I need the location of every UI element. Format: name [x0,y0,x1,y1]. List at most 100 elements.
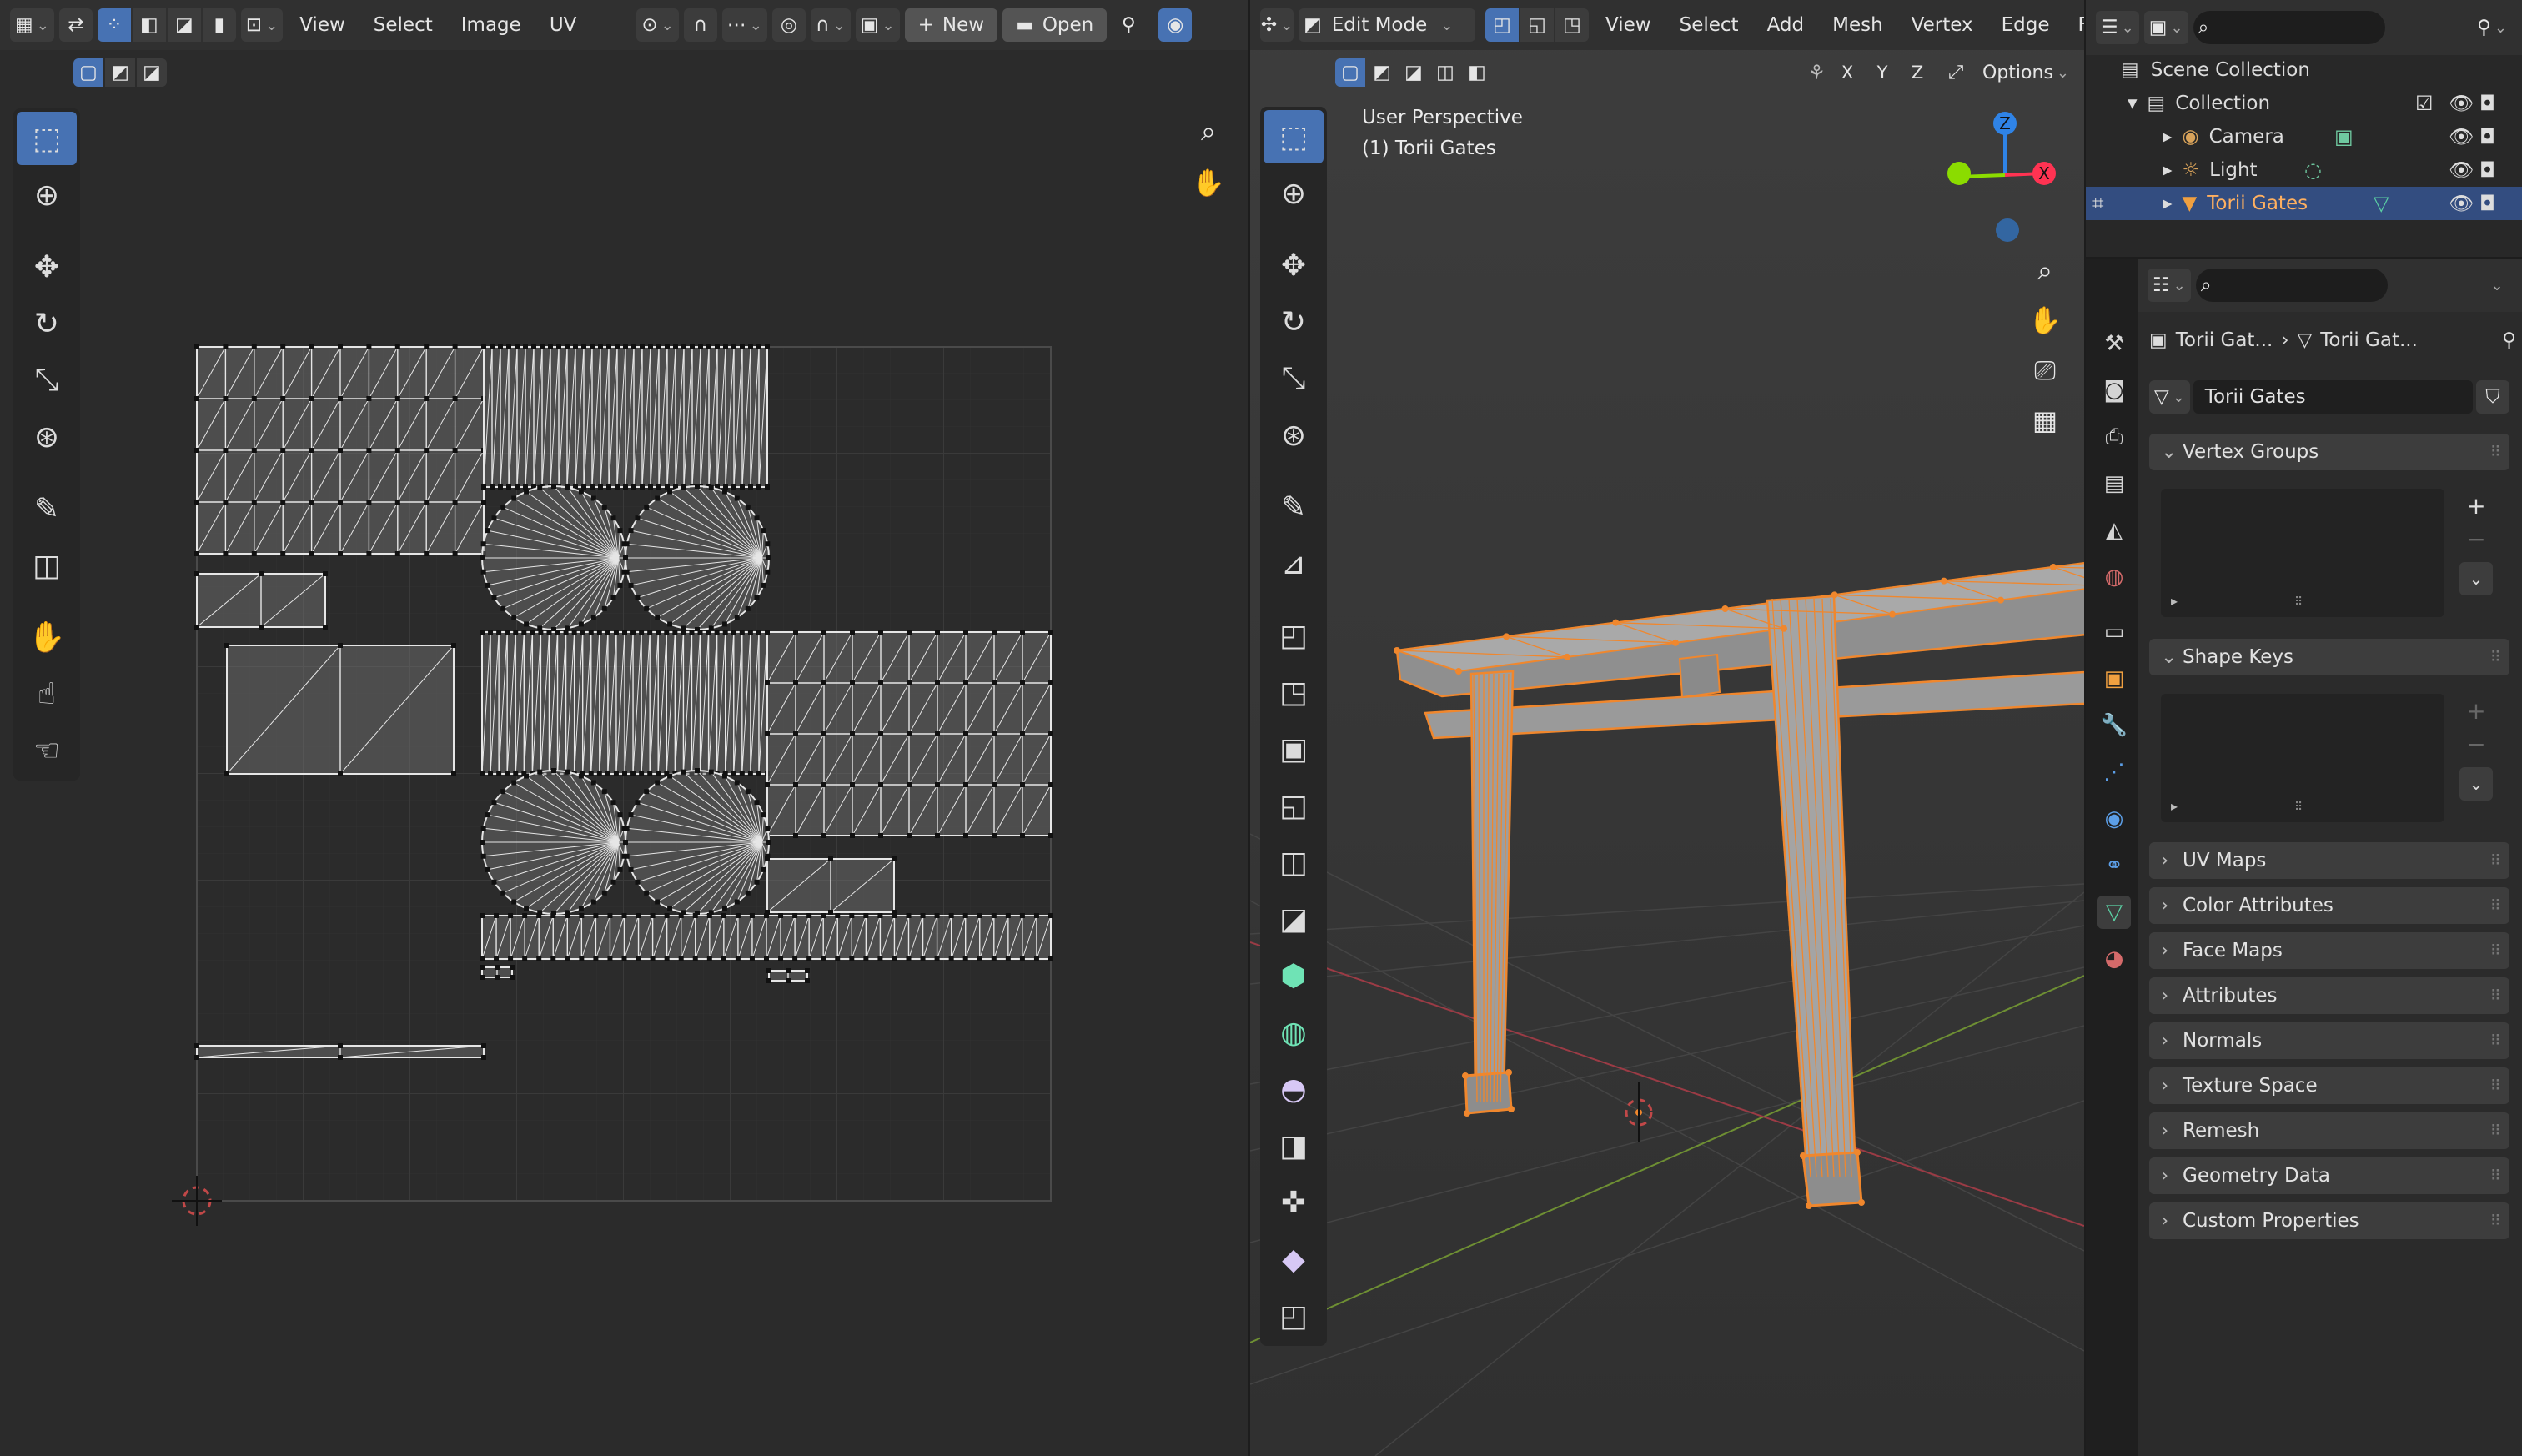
vp-subtract-selection-button[interactable]: ◪ [1399,58,1429,87]
drag-handle-icon[interactable]: ⠿ [2490,1122,2501,1140]
tool-knife[interactable]: ◪ [1264,892,1324,946]
resize-grip-icon[interactable]: ⠿ [2294,801,2303,814]
face-select-mode-button[interactable]: ◳ [1555,8,1589,42]
panel-face-maps[interactable]: › Face Maps ⠿ [2149,932,2509,969]
edge-select-mode-button[interactable]: ◱ [1520,8,1554,42]
outliner-item-torii-gates[interactable]: ⌗ ▸ ▼ Torii Gates ▽ 👁 ◘ [2086,187,2522,220]
vp-menu-select[interactable]: Select [1668,14,1751,36]
outliner-scene-collection[interactable]: ▤ Scene Collection [2086,53,2522,87]
vertex-groups-list[interactable]: ▸ ⠿ [2161,489,2444,617]
eye-icon[interactable]: 👁 [2449,192,2474,215]
drag-handle-icon[interactable]: ⠿ [2490,942,2501,960]
mode-dropdown[interactable]: ◩ Edit Mode [1299,8,1475,42]
outliner-item-light[interactable]: ▸ ☼ Light ◌ 👁 ◘ [2086,153,2522,187]
tab-constraints[interactable]: ⚭ [2097,849,2131,882]
drag-handle-icon[interactable]: ⠿ [2490,1167,2501,1185]
list-options-icon[interactable]: ▸ [2171,798,2178,814]
uv-canvas[interactable] [0,0,1248,1456]
expand-arrow-icon[interactable]: ▸ [2163,193,2173,214]
vp-menu-view[interactable]: View [1594,14,1663,36]
tab-view-layer[interactable]: ▤ [2097,467,2131,500]
vp-menu-edge[interactable]: Edge [1990,14,2062,36]
tool-transform[interactable]: ⊛ [1264,409,1324,462]
expand-arrow-icon[interactable]: ▸ [2163,126,2173,148]
vp-extend-selection-button[interactable]: ◩ [1367,58,1397,87]
drag-handle-icon[interactable]: ⠿ [2490,649,2501,666]
checkbox-icon[interactable]: ☑ [2415,92,2434,115]
panel-vertex-groups[interactable]: ⌄ Vertex Groups ⠿ [2149,434,2509,470]
vp-menu-add[interactable]: Add [1756,14,1816,36]
tab-scene[interactable]: ◭ [2097,514,2131,547]
list-options-icon[interactable]: ▸ [2171,593,2178,609]
pin-icon[interactable]: ⚲ [2502,329,2516,351]
tab-modifiers[interactable]: 🔧 [2097,709,2131,742]
tab-world[interactable]: ◍ [2097,560,2131,594]
tab-tool[interactable]: ⚒ [2097,327,2131,360]
drag-handle-icon[interactable]: ⠿ [2490,852,2501,870]
tool-poly-build[interactable]: ⬢ [1264,949,1324,1002]
drag-handle-icon[interactable]: ⠿ [2490,1212,2501,1230]
auto-merge-button[interactable]: ⤢ [1939,58,1973,87]
panel-remesh[interactable]: › Remesh ⠿ [2149,1112,2509,1149]
expand-arrow-icon[interactable]: ▾ [2128,93,2138,114]
eye-icon[interactable]: 👁 [2449,158,2474,182]
mesh-name-field[interactable]: Torii Gates [2193,380,2473,414]
vp-menu-face[interactable]: Fa [2066,14,2084,36]
vp-menu-mesh[interactable]: Mesh [1821,14,1895,36]
tool-rotate[interactable]: ↻ [1264,295,1324,349]
mirror-x-button[interactable]: X [1831,58,1865,87]
drag-handle-icon[interactable]: ⠿ [2490,987,2501,1005]
tool-extrude[interactable]: ◳ [1264,665,1324,719]
edit-mode-indicator-icon[interactable]: ⌗ [2092,192,2104,215]
vp-pan-button[interactable]: ✋ [2021,296,2069,344]
tool-shrink-fatten[interactable]: ✜ [1264,1176,1324,1229]
drag-handle-icon[interactable]: ⠿ [2490,1077,2501,1095]
tool-cursor[interactable]: ⊕ [1264,167,1324,220]
tool-loop-cut[interactable]: ◫ [1264,836,1324,889]
tab-material[interactable]: ◕ [2097,942,2131,976]
outliner-item-camera[interactable]: ▸ ◉ Camera ▣ 👁 ◘ [2086,120,2522,153]
outliner-editor-type-button[interactable]: ☰ [2096,11,2139,44]
panel-custom-properties[interactable]: › Custom Properties ⠿ [2149,1202,2509,1239]
panel-texture-space[interactable]: › Texture Space ⠿ [2149,1067,2509,1104]
options-dropdown[interactable]: Options [1977,57,2074,88]
drag-handle-icon[interactable]: ⠿ [2490,1032,2501,1050]
camera-render-icon[interactable]: ◘ [2479,158,2495,182]
drag-handle-icon[interactable]: ⠿ [2490,444,2501,461]
tool-spin[interactable]: ◍ [1264,1006,1324,1059]
vp-camera-view-button[interactable]: ⎚ [2021,346,2069,394]
tab-mesh-data[interactable]: ▽ [2097,896,2131,929]
outliner-collection[interactable]: ▾ ▤ Collection ☑ 👁 ◘ [2086,87,2522,120]
panel-uv-maps[interactable]: › UV Maps ⠿ [2149,842,2509,879]
vertex-group-add-button[interactable]: + [2459,489,2493,522]
drag-handle-icon[interactable]: ⠿ [2490,897,2501,915]
camera-render-icon[interactable]: ◘ [2479,192,2495,215]
vertex-group-specials-button[interactable]: ⌄ [2459,562,2493,595]
properties-options-button[interactable] [2479,269,2512,302]
shape-keys-list[interactable]: ▸ ⠿ [2161,694,2444,822]
breadcrumb-object[interactable]: Torii Gat... [2176,329,2273,351]
camera-render-icon[interactable]: ◘ [2479,92,2495,115]
tool-smooth[interactable]: ◓ [1264,1062,1324,1116]
vp-perspective-toggle[interactable]: ▦ [2021,396,2069,444]
editor-type-button[interactable]: ✣ [1260,8,1294,42]
panel-shape-keys[interactable]: ⌄ Shape Keys ⠿ [2149,639,2509,675]
panel-attributes[interactable]: › Attributes ⠿ [2149,977,2509,1014]
tool-measure[interactable]: ⊿ [1264,537,1324,590]
outliner-search-input[interactable]: ⌕ [2193,11,2385,44]
shape-key-specials-button[interactable]: ⌄ [2459,767,2493,801]
tool-select-box[interactable]: ⬚ [1264,110,1324,163]
tab-physics[interactable]: ◉ [2097,802,2131,836]
panel-geometry-data[interactable]: › Geometry Data ⠿ [2149,1157,2509,1194]
tool-rip[interactable]: ◰ [1264,1289,1324,1343]
tool-add-cube[interactable]: ◰ [1264,609,1324,662]
expand-arrow-icon[interactable]: ▸ [2163,159,2173,181]
tool-shear[interactable]: ◆ [1264,1233,1324,1286]
tool-annotate[interactable]: ✎ [1264,480,1324,534]
navigation-gizmo[interactable]: Z X [1934,100,2076,259]
mesh-browse-dropdown[interactable]: ▽ [2149,380,2190,414]
tool-edge-slide[interactable]: ◨ [1264,1119,1324,1172]
fake-user-button[interactable]: ⛉ [2476,380,2509,414]
eye-icon[interactable]: 👁 [2449,92,2474,115]
tool-inset[interactable]: ▣ [1264,722,1324,776]
